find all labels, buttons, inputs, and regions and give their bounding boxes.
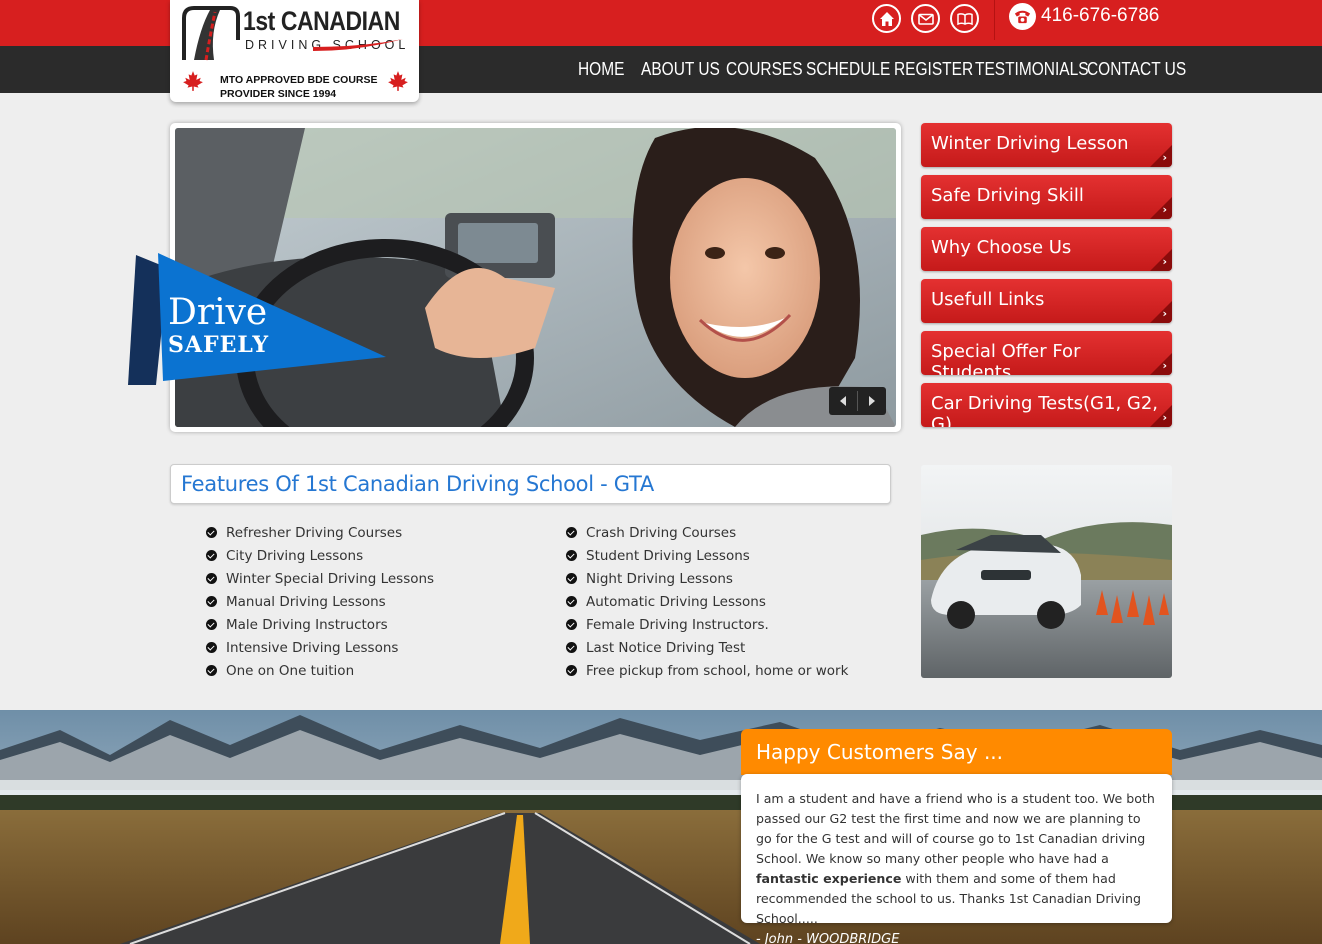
chevron-right-icon: › <box>1162 203 1167 216</box>
slider-prev-button[interactable] <box>829 387 857 415</box>
sidebar-item-label: Winter Driving Lesson <box>931 133 1129 154</box>
chevron-right-icon: › <box>1162 359 1167 372</box>
sidebar-item-winter-driving[interactable]: Winter Driving Lesson › <box>921 123 1172 167</box>
nav-about-us[interactable]: ABOUT US <box>641 59 720 80</box>
slider-controls <box>829 387 886 415</box>
slide-subtitle: SAFELY <box>168 332 270 358</box>
maple-leaf-icon <box>388 71 408 91</box>
chevron-left-icon <box>840 396 846 406</box>
features-title: Features Of 1st Canadian Driving School … <box>181 472 654 496</box>
list-item: City Driving Lessons <box>206 544 434 567</box>
check-circle-icon <box>206 550 217 561</box>
testimonial-title: Happy Customers Say ... <box>756 740 1004 764</box>
sidebar-item-label: Usefull Links <box>931 289 1045 310</box>
check-circle-icon <box>566 642 577 653</box>
chevron-right-icon <box>869 396 875 406</box>
nav-courses[interactable]: COURSES <box>726 59 803 80</box>
check-circle-icon <box>206 665 217 676</box>
sidebar-item-label: Safe Driving Skill <box>931 185 1084 206</box>
sidebar-item-useful-links[interactable]: Usefull Links › <box>921 279 1172 323</box>
site-logo[interactable]: 1st CANADIAN DRIVING SCHOOL MTO APPROVED… <box>170 0 419 102</box>
list-item: Female Driving Instructors. <box>566 613 848 636</box>
mail-icon[interactable] <box>911 4 940 33</box>
check-circle-icon <box>206 527 217 538</box>
check-circle-icon <box>566 527 577 538</box>
features-header: Features Of 1st Canadian Driving School … <box>170 464 891 504</box>
sidebar-item-driving-tests[interactable]: Car Driving Tests(G1, G2, G) › <box>921 383 1172 427</box>
list-item: Winter Special Driving Lessons <box>206 567 434 590</box>
chevron-right-icon: › <box>1162 255 1167 268</box>
sidebar-item-special-offer[interactable]: Special Offer For Students › <box>921 331 1172 375</box>
sidebar-item-label: Car Driving Tests(G1, G2, G) <box>931 393 1159 427</box>
check-circle-icon <box>206 596 217 607</box>
book-icon[interactable] <box>950 4 979 33</box>
sidebar-item-label: Why Choose Us <box>931 237 1072 258</box>
list-item: Crash Driving Courses <box>566 521 848 544</box>
phone-icon <box>1009 3 1036 30</box>
nav-schedule[interactable]: SCHEDULE <box>806 59 890 80</box>
check-circle-icon <box>206 619 217 630</box>
road-logo-icon <box>182 6 240 61</box>
check-circle-icon <box>566 550 577 561</box>
list-item: Intensive Driving Lessons <box>206 636 434 659</box>
check-circle-icon <box>566 665 577 676</box>
list-item: Student Driving Lessons <box>566 544 848 567</box>
testimonial-text: I am a student and have a friend who is … <box>756 791 1155 866</box>
chevron-right-icon: › <box>1162 307 1167 320</box>
car-photo <box>921 465 1172 678</box>
sidebar-item-safe-driving[interactable]: Safe Driving Skill › <box>921 175 1172 219</box>
chevron-right-icon: › <box>1162 411 1167 424</box>
list-item: Last Notice Driving Test <box>566 636 848 659</box>
list-item: Free pickup from school, home or work <box>566 659 848 682</box>
nav-home[interactable]: HOME <box>578 59 624 80</box>
testimonial-header: Happy Customers Say ... <box>741 729 1172 775</box>
slider-next-button[interactable] <box>858 387 886 415</box>
features-list-left: Refresher Driving Courses City Driving L… <box>206 521 434 682</box>
list-item: Male Driving Instructors <box>206 613 434 636</box>
nav-testimonials[interactable]: TESTIMONIALS <box>975 59 1089 80</box>
logo-title: 1st CANADIAN <box>243 6 400 36</box>
logo-tagline: MTO APPROVED BDE COURSE PROVIDER SINCE 1… <box>220 74 378 100</box>
features-list-right: Crash Driving Courses Student Driving Le… <box>566 521 848 682</box>
nav-register[interactable]: REGISTER <box>894 59 973 80</box>
list-item: One on One tuition <box>206 659 434 682</box>
sidebar-item-label: Special Offer For Students <box>931 341 1081 375</box>
list-item: Automatic Driving Lessons <box>566 590 848 613</box>
sidebar-item-why-choose-us[interactable]: Why Choose Us › <box>921 227 1172 271</box>
chevron-right-icon: › <box>1162 151 1167 164</box>
nav-contact-us[interactable]: CONTACT US <box>1087 59 1186 80</box>
list-item: Refresher Driving Courses <box>206 521 434 544</box>
list-item: Manual Driving Lessons <box>206 590 434 613</box>
testimonial-box: I am a student and have a friend who is … <box>741 774 1172 926</box>
phone-number[interactable]: 416-676-6786 <box>1041 5 1159 27</box>
check-circle-icon <box>206 642 217 653</box>
home-icon[interactable] <box>872 4 901 33</box>
top-divider <box>994 0 995 40</box>
list-item: Night Driving Lessons <box>566 567 848 590</box>
check-circle-icon <box>206 573 217 584</box>
check-circle-icon <box>566 619 577 630</box>
check-circle-icon <box>566 596 577 607</box>
slide-title: Drive <box>168 292 268 333</box>
logo-swoosh-icon <box>313 39 403 51</box>
check-circle-icon <box>566 573 577 584</box>
testimonial-author: - John - WOODBRIDGE <box>756 932 900 944</box>
maple-leaf-icon <box>183 71 203 91</box>
testimonial-highlight: fantastic experience <box>756 871 902 886</box>
